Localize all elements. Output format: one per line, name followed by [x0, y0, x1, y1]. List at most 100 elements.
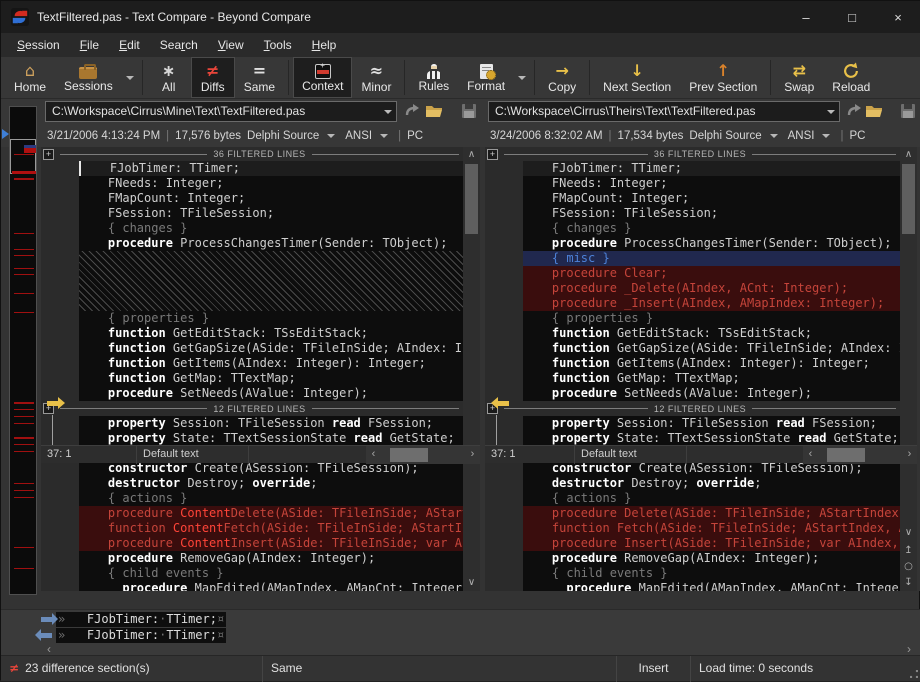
code-line[interactable]: FJobTimer: TTimer;	[523, 161, 900, 176]
next-diff-icon[interactable]: ↧	[900, 575, 917, 591]
code-line[interactable]: { properties }	[79, 311, 463, 326]
code-line[interactable]: { changes }	[79, 221, 463, 236]
copy-button[interactable]: → Copy	[539, 57, 585, 98]
menu-help[interactable]: Help	[302, 35, 347, 55]
code-line[interactable]: function GetGapSize(ASide: TFileInSide; …	[79, 341, 463, 356]
code-line[interactable]: function GetMap: TTextMap;	[523, 371, 900, 386]
code-line[interactable]: FSession: TFileSession;	[523, 206, 900, 221]
code-line[interactable]: { child events }	[79, 566, 463, 581]
all-button[interactable]: ∗ All	[147, 57, 191, 98]
reload-button[interactable]: Reload	[823, 57, 879, 98]
left-vscroll-thumb[interactable]	[465, 164, 478, 234]
format-dropdown-arrow[interactable]	[518, 76, 526, 80]
menu-session[interactable]: Session	[7, 35, 70, 55]
left-path-combo[interactable]: C:\Workspace\Cirrus\Mine\Text\TextFilter…	[45, 101, 397, 122]
code-line[interactable]: FSession: TFileSession;	[79, 206, 463, 221]
code-line[interactable]: function GetEditStack: TSsEditStack;	[79, 326, 463, 341]
context-button[interactable]: Context	[293, 57, 352, 98]
left-code-lines[interactable]: +36 FILTERED LINES FJobTimer: TTimer; FN…	[41, 147, 463, 591]
code-line[interactable]: procedure ProcessChangesTimer(Sender: TO…	[523, 236, 900, 251]
diffs-button[interactable]: ≠ Diffs	[191, 57, 235, 98]
code-line[interactable]: function GetMap: TTextMap;	[79, 371, 463, 386]
left-hscrollbar[interactable]: ‹ ›	[366, 446, 480, 464]
code-line[interactable]: function Fetch(ASide: TFileInSide; AStar…	[523, 521, 900, 536]
left-save-icon[interactable]	[460, 102, 478, 120]
right-section-arrow-1[interactable]	[498, 401, 509, 406]
prev-diff-icon[interactable]: ↥	[900, 543, 917, 559]
scroll-left-icon[interactable]: ‹	[366, 446, 381, 464]
code-line[interactable]: function GetItems(AIndex: Integer): Inte…	[523, 356, 900, 371]
right-hscroll-thumb[interactable]	[827, 448, 865, 462]
code-line[interactable]: FMapCount: Integer;	[523, 191, 900, 206]
right-swap-path-icon[interactable]	[846, 102, 864, 120]
code-line[interactable]: property State: TTextSessionState read G…	[79, 431, 463, 446]
detail-scroll-right-icon[interactable]: ›	[907, 642, 911, 656]
left-path-dropdown-arrow[interactable]	[384, 110, 392, 114]
code-line[interactable]: procedure SetNeeds(AValue: Integer);	[79, 386, 463, 401]
code-line[interactable]: { actions }	[523, 491, 900, 506]
next-section-button[interactable]: ↓ Next Section	[594, 57, 680, 98]
code-line[interactable]: property Session: TFileSession read FSes…	[523, 416, 900, 431]
code-line[interactable]: function GetGapSize(ASide: TFileInSide; …	[523, 341, 900, 356]
minor-button[interactable]: ≈ Minor	[352, 57, 400, 98]
right-code-lines[interactable]: +36 FILTERED LINES FJobTimer: TTimer; FN…	[485, 147, 900, 591]
format-button[interactable]: Format	[458, 60, 514, 95]
menu-edit[interactable]: Edit	[109, 35, 150, 55]
right-path-dropdown-arrow[interactable]	[827, 110, 835, 114]
center-current-icon[interactable]: ○	[900, 559, 917, 575]
expand-section-icon[interactable]: +	[43, 149, 54, 160]
code-line[interactable]: procedure RemoveGap(AIndex: Integer);	[523, 551, 900, 566]
code-line[interactable]: { misc }	[523, 251, 900, 266]
right-path-combo[interactable]: C:\Workspace\Cirrus\Theirs\Text\TextFilt…	[488, 101, 840, 122]
diff-thumbnail-map[interactable]	[9, 106, 37, 595]
scroll-up-icon[interactable]: ∧	[463, 147, 480, 163]
code-line[interactable]: procedure SetNeeds(AValue: Integer);	[523, 386, 900, 401]
code-line[interactable]: { actions }	[79, 491, 463, 506]
menu-search[interactable]: Search	[150, 35, 208, 55]
left-hscroll-thumb[interactable]	[390, 448, 428, 462]
scroll-up-icon[interactable]: ∧	[900, 147, 917, 163]
right-vscroll-thumb[interactable]	[902, 164, 915, 234]
code-line[interactable]: FJobTimer: TTimer;	[79, 161, 463, 176]
right-hscrollbar[interactable]: ‹ ›	[803, 446, 917, 464]
right-format-select[interactable]: Delphi Source	[689, 130, 781, 142]
expand-section-icon[interactable]: +	[487, 149, 498, 160]
left-browse-folder-icon[interactable]	[425, 102, 443, 120]
scroll-right-icon[interactable]: ›	[902, 446, 917, 464]
left-encoding-select[interactable]: ANSI	[345, 130, 392, 142]
right-encoding-select[interactable]: ANSI	[788, 130, 835, 142]
right-save-icon[interactable]	[899, 102, 917, 120]
scroll-down-icon[interactable]: ∨	[900, 525, 917, 541]
menu-tools[interactable]: Tools	[254, 35, 302, 55]
menu-view[interactable]: View	[208, 35, 254, 55]
code-line[interactable]: function ContentFetch(ASide: TFileInSide…	[79, 521, 463, 536]
right-line-ending[interactable]: PC	[849, 130, 865, 142]
minimize-button[interactable]: –	[783, 1, 829, 33]
resize-grip[interactable]	[910, 670, 918, 678]
code-line[interactable]: procedure Clear;	[523, 266, 900, 281]
code-line[interactable]: procedure _Delete(AIndex, ACnt: Integer)…	[523, 281, 900, 296]
code-line[interactable]: destructor Destroy; override;	[79, 476, 463, 491]
left-format-select[interactable]: Delphi Source	[247, 130, 339, 142]
rules-button[interactable]: Rules	[409, 57, 458, 98]
code-line[interactable]: procedure ContentInsert(ASide: TFileInSi…	[79, 536, 463, 551]
code-line[interactable]: { changes }	[523, 221, 900, 236]
prev-section-button[interactable]: ↑ Prev Section	[680, 57, 766, 98]
detail-scroll-left-icon[interactable]: ‹	[47, 642, 51, 656]
code-line[interactable]: FMapCount: Integer;	[79, 191, 463, 206]
left-vscrollbar[interactable]: ∧ ∨	[463, 147, 480, 591]
code-line[interactable]: procedure RemoveGap(AIndex: Integer);	[79, 551, 463, 566]
left-swap-path-icon[interactable]	[404, 102, 422, 120]
code-line[interactable]: { properties }	[523, 311, 900, 326]
code-line[interactable]: property State: TTextSessionState read G…	[523, 431, 900, 446]
code-line[interactable]: procedure _Insert(AIndex, AMapIndex: Int…	[523, 296, 900, 311]
left-line-ending[interactable]: PC	[407, 130, 423, 142]
sessions-button[interactable]: Sessions	[55, 60, 122, 95]
menu-file[interactable]: File	[70, 35, 109, 55]
right-vscrollbar[interactable]: ∧ ∨ ↥ ○ ↧	[900, 147, 917, 591]
home-button[interactable]: ⌂ Home	[5, 57, 55, 98]
close-button[interactable]: ×	[875, 1, 920, 33]
code-line[interactable]: procedure ProcessChangesTimer(Sender: TO…	[79, 236, 463, 251]
code-line[interactable]: FNeeds: Integer;	[523, 176, 900, 191]
code-line[interactable]: procedure Delete(ASide: TFileInSide; ASt…	[523, 506, 900, 521]
